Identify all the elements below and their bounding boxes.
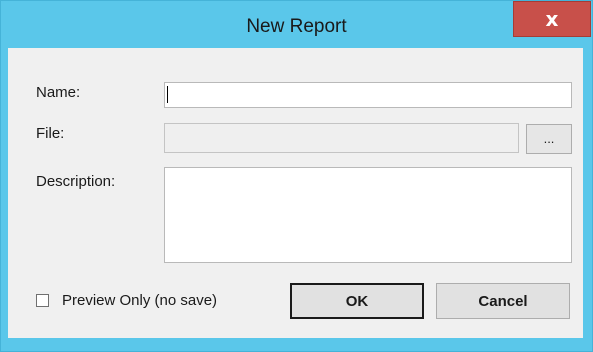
- description-textarea[interactable]: [164, 167, 572, 263]
- browse-button[interactable]: ...: [526, 124, 572, 154]
- close-button[interactable]: x: [513, 1, 591, 37]
- cancel-button[interactable]: Cancel: [436, 283, 570, 319]
- close-icon: x: [545, 7, 559, 31]
- preview-only-checkbox[interactable]: [36, 294, 49, 307]
- name-label: Name:: [36, 84, 81, 101]
- file-input: [164, 123, 519, 153]
- title-bar[interactable]: New Report x: [1, 1, 592, 49]
- preview-only-label[interactable]: Preview Only (no save): [62, 292, 217, 309]
- file-label: File:: [36, 125, 65, 142]
- name-input[interactable]: [164, 82, 572, 108]
- ok-button[interactable]: OK: [290, 283, 424, 319]
- description-label: Description:: [36, 173, 116, 190]
- dialog-title: New Report: [246, 16, 347, 37]
- text-caret: [167, 86, 168, 103]
